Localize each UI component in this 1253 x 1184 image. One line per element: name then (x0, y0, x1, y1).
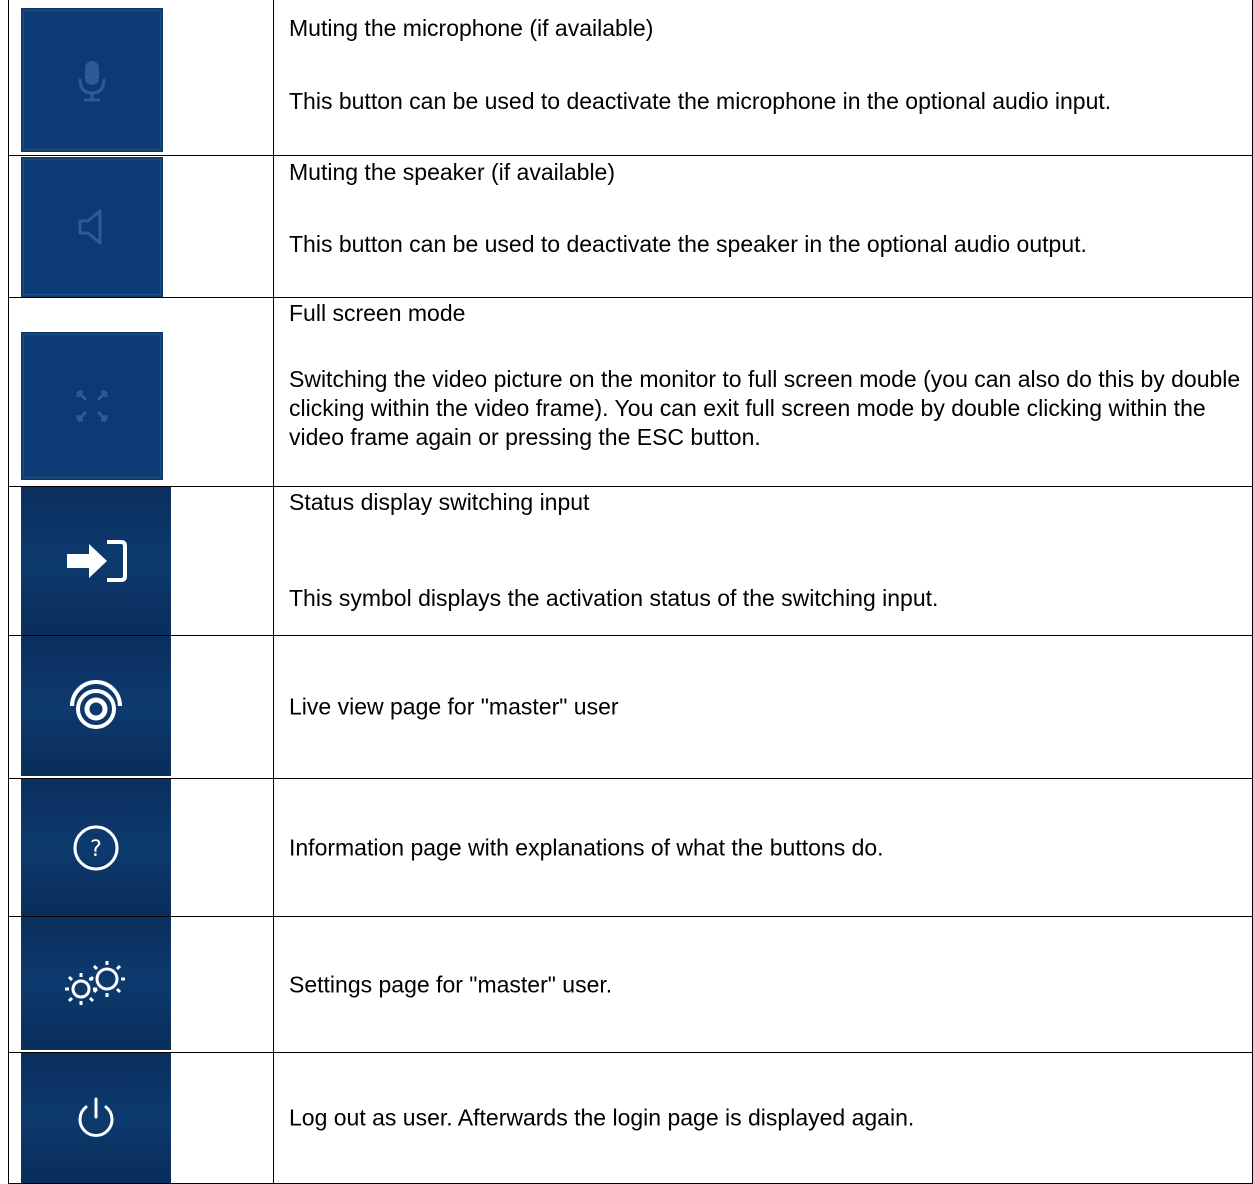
icon-cell (9, 0, 273, 155)
table-row: Log out as user. Afterwards the login pa… (8, 1053, 1253, 1184)
help-button[interactable]: ? (21, 779, 171, 916)
icon-cell (9, 487, 273, 635)
table-row: Muting the speaker (if available) This b… (8, 155, 1253, 298)
row-description: This button can be used to deactivate th… (289, 231, 1087, 257)
column-divider (273, 779, 274, 916)
table-row: ? Information page with explanations of … (8, 779, 1253, 917)
row-description: Switching the video picture on the monit… (289, 366, 1241, 450)
icon-cell (9, 1053, 273, 1183)
row-description: Live view page for "master" user (289, 693, 619, 720)
row-title: Muting the speaker (if available) (289, 159, 615, 185)
row-description: Settings page for "master" user. (289, 971, 613, 997)
description-cell: Muting the speaker (if available) This b… (289, 155, 1242, 297)
description-cell: Live view page for "master" user (289, 636, 1242, 778)
switching-input-status (21, 487, 171, 635)
table-row: Live view page for "master" user (8, 636, 1253, 779)
row-description: Log out as user. Afterwards the login pa… (289, 1104, 915, 1131)
description-cell: Settings page for "master" user. (289, 917, 1242, 1052)
mute-speaker-button[interactable] (21, 157, 163, 297)
table-row: Status display switching input This symb… (8, 487, 1253, 636)
description-cell: Status display switching input This symb… (289, 487, 1242, 635)
icon-cell (9, 298, 273, 486)
icon-cell (9, 917, 273, 1052)
column-divider (273, 298, 274, 486)
column-divider (273, 636, 274, 778)
row-title: Full screen mode (289, 300, 466, 326)
row-description: Information page with explanations of wh… (289, 834, 884, 860)
live-view-button[interactable] (21, 636, 171, 776)
icon-cell (9, 155, 273, 297)
column-divider (273, 0, 274, 155)
svg-text:?: ? (90, 837, 102, 862)
column-divider (273, 487, 274, 635)
column-divider (273, 155, 274, 297)
description-cell: Information page with explanations of wh… (289, 779, 1242, 916)
icon-cell: ? (9, 779, 273, 916)
row-title: Status display switching input (289, 489, 590, 515)
row-description: This button can be used to deactivate th… (289, 88, 1112, 114)
description-cell: Log out as user. Afterwards the login pa… (289, 1053, 1242, 1183)
table-row: Muting the microphone (if available) Thi… (8, 0, 1253, 156)
mute-microphone-button[interactable] (21, 8, 163, 152)
row-title: Muting the microphone (if available) (289, 15, 654, 41)
settings-button[interactable] (21, 917, 171, 1050)
description-cell: Muting the microphone (if available) Thi… (289, 0, 1242, 155)
icon-cell (9, 636, 273, 778)
table-row: Settings page for "master" user. (8, 917, 1253, 1053)
column-divider (273, 917, 274, 1052)
row-description: This symbol displays the activation stat… (289, 585, 939, 611)
logout-button[interactable] (21, 1053, 171, 1183)
fullscreen-button[interactable] (21, 332, 163, 480)
button-reference-table: Muting the microphone (if available) Thi… (8, 0, 1253, 1184)
description-cell: Full screen mode Switching the video pic… (289, 298, 1242, 486)
table-row: Full screen mode Switching the video pic… (8, 298, 1253, 487)
column-divider (273, 1053, 274, 1183)
